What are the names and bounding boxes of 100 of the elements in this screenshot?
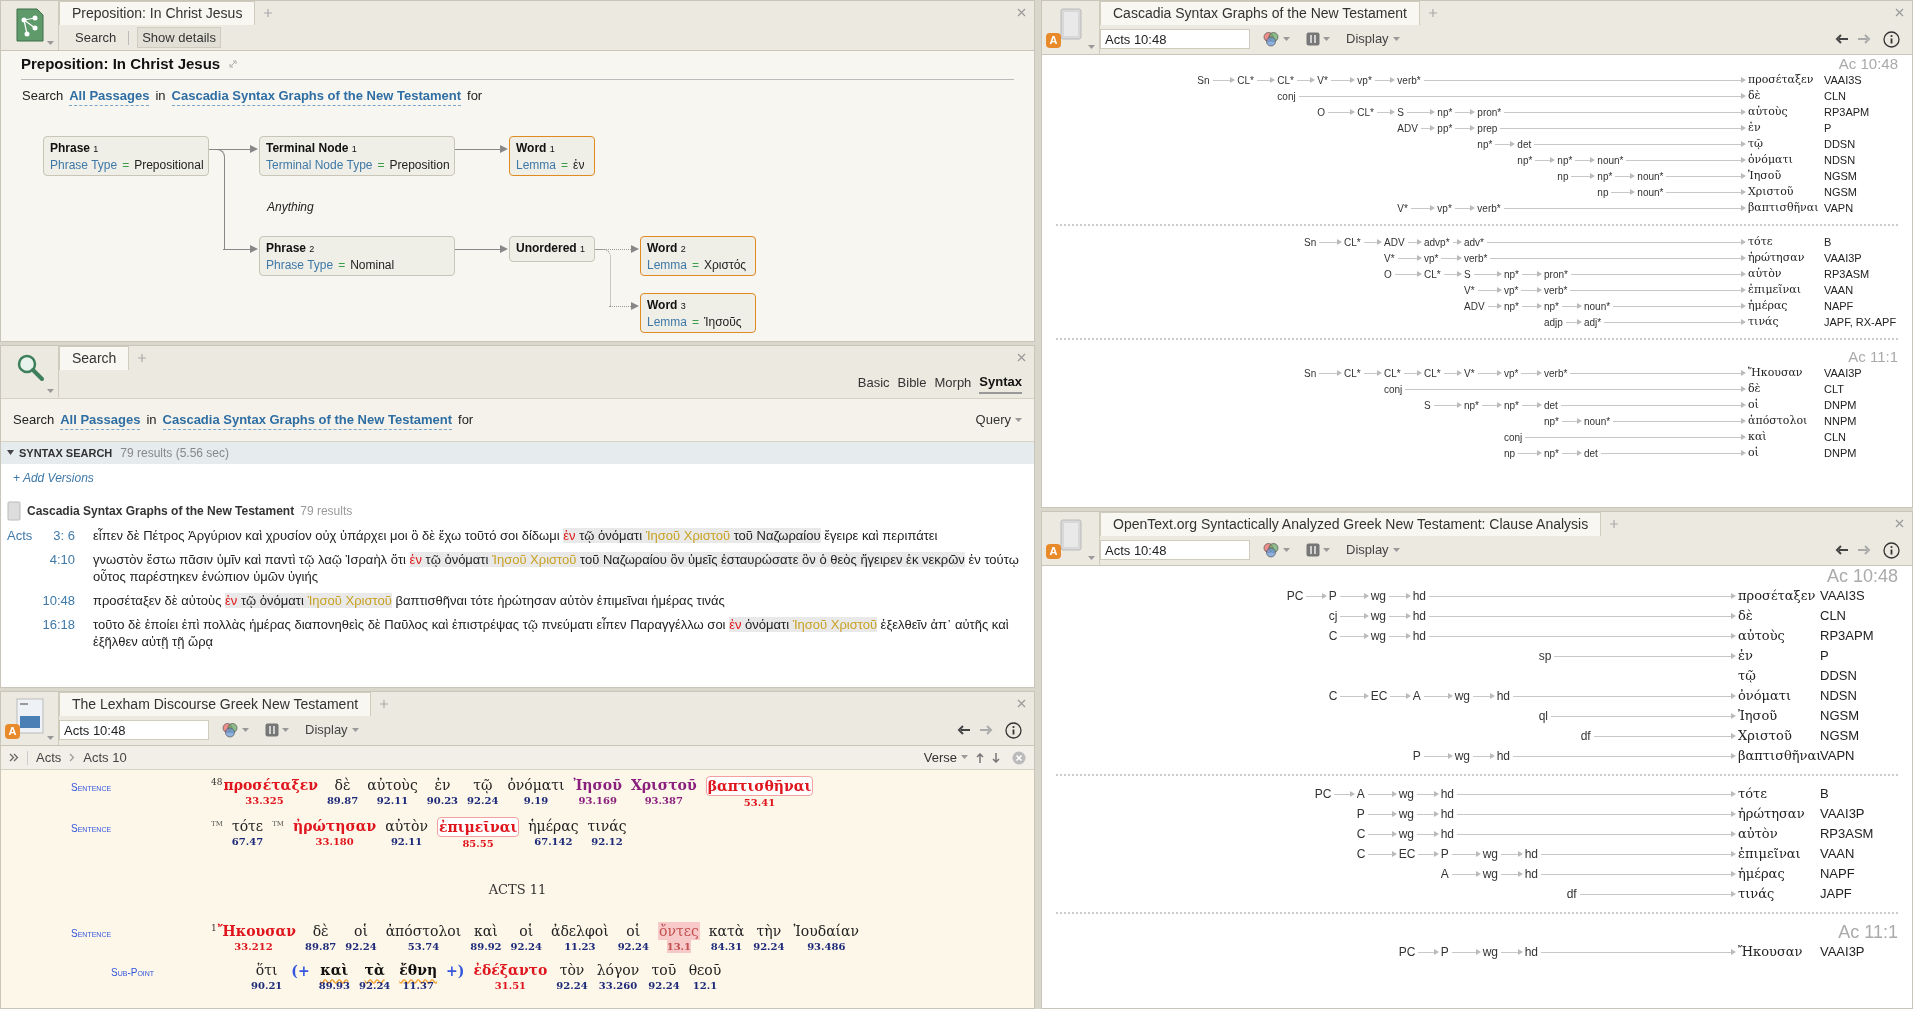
up-arrow-icon[interactable] bbox=[976, 752, 984, 763]
display-button[interactable]: Display bbox=[1342, 540, 1404, 560]
greek-word[interactable]: τὸν bbox=[559, 960, 585, 979]
greek-word[interactable]: ἔθνη bbox=[399, 960, 438, 979]
down-arrow-icon[interactable] bbox=[992, 752, 1000, 763]
greek-word[interactable]: ὅτι bbox=[255, 960, 278, 979]
info-icon[interactable] bbox=[1005, 721, 1022, 739]
add-tab-icon[interactable] bbox=[137, 353, 148, 363]
search-mode-tab[interactable]: Morph bbox=[934, 373, 972, 393]
greek-word[interactable]: αὐτὸν bbox=[385, 817, 428, 835]
query-node[interactable]: Unordered 1 bbox=[509, 236, 595, 262]
verse-reference-link[interactable]: 16:18 bbox=[41, 616, 75, 633]
close-icon[interactable] bbox=[1017, 353, 1026, 362]
greek-word[interactable]: τῷ bbox=[473, 776, 493, 794]
query-node[interactable]: Word 1 Lemma = ἐν bbox=[509, 136, 595, 176]
greek-word[interactable]: ἀπόστολοι bbox=[385, 921, 462, 940]
greek-word[interactable]: Ἤκουσαν bbox=[217, 921, 296, 940]
dropdown-caret-icon[interactable] bbox=[1088, 556, 1095, 561]
greek-word[interactable]: βαπτισθῆναι bbox=[705, 776, 814, 796]
greek-word[interactable]: ἐν bbox=[434, 776, 451, 794]
add-versions-link[interactable]: + Add Versions bbox=[13, 469, 94, 487]
expand-chevron-icon[interactable] bbox=[9, 753, 19, 762]
close-icon[interactable] bbox=[1017, 8, 1026, 17]
greek-word[interactable]: δὲ bbox=[312, 921, 329, 940]
greek-word[interactable]: λόγον bbox=[596, 960, 640, 979]
greek-word[interactable]: οἱ bbox=[354, 921, 368, 940]
greek-word[interactable]: τοῦ bbox=[651, 960, 677, 979]
greek-word[interactable]: τὴν bbox=[756, 921, 782, 940]
greek-word[interactable]: ἐπιμεῖναι bbox=[436, 817, 520, 837]
greek-word[interactable]: θεοῦ bbox=[688, 960, 722, 979]
search-mode-tab[interactable]: Basic bbox=[857, 373, 890, 393]
unit-dropdown[interactable]: Verse bbox=[923, 747, 968, 768]
range-link[interactable]: All Passages bbox=[69, 85, 150, 106]
breadcrumb-link[interactable]: Acts 10 bbox=[83, 747, 127, 768]
greek-word[interactable]: ἠρώτησαν bbox=[293, 817, 377, 835]
greek-word[interactable]: Χριστοῦ bbox=[630, 776, 697, 794]
toolbar-button[interactable]: Search bbox=[71, 27, 121, 48]
greek-word[interactable]: καὶ bbox=[474, 921, 498, 940]
add-tab-icon[interactable] bbox=[263, 8, 274, 18]
verse-reference-link[interactable]: 10:48 bbox=[41, 592, 75, 609]
close-icon[interactable] bbox=[1017, 699, 1026, 708]
info-icon[interactable] bbox=[1883, 30, 1900, 48]
forward-arrow-icon[interactable] bbox=[1857, 545, 1871, 555]
document-tab[interactable]: The Lexham Discourse Greek New Testament bbox=[59, 692, 372, 716]
add-tab-icon[interactable] bbox=[1609, 519, 1620, 529]
greek-word[interactable]: τὰ bbox=[364, 960, 385, 979]
close-icon[interactable] bbox=[1895, 519, 1904, 528]
book-cover-icon[interactable] bbox=[14, 698, 45, 734]
greek-word[interactable]: ὀνόματι bbox=[507, 776, 565, 794]
greek-word[interactable]: καὶ bbox=[320, 960, 349, 979]
document-tab[interactable]: Search bbox=[59, 346, 130, 370]
back-arrow-icon[interactable] bbox=[1835, 34, 1849, 44]
forward-arrow-icon[interactable] bbox=[979, 725, 993, 735]
resource-link[interactable]: Cascadia Syntax Graphs of the New Testament bbox=[171, 85, 461, 106]
greek-word[interactable]: δὲ bbox=[334, 776, 351, 794]
greek-word[interactable]: ἀδελφοὶ bbox=[550, 921, 609, 940]
add-tab-icon[interactable] bbox=[379, 699, 390, 709]
greek-word[interactable]: τότε bbox=[231, 817, 264, 835]
display-button[interactable]: Display bbox=[1342, 29, 1404, 49]
greek-word[interactable]: οἱ bbox=[519, 921, 534, 940]
display-button[interactable]: Display bbox=[301, 720, 363, 740]
greek-word[interactable]: ἐδέξαντο bbox=[473, 960, 548, 979]
resource-link[interactable]: Cascadia Syntax Graphs of the New Testament bbox=[162, 409, 452, 431]
greek-word[interactable]: ἡμέρας bbox=[528, 817, 579, 835]
clear-icon[interactable] bbox=[1012, 750, 1026, 765]
search-mode-tab[interactable]: Bible bbox=[897, 373, 927, 393]
greek-word[interactable]: Ἰουδαίαν bbox=[793, 921, 860, 940]
reference-field[interactable]: Acts 10:48 bbox=[59, 720, 209, 740]
book-icon[interactable] bbox=[1057, 518, 1084, 552]
query-node[interactable]: Word 3 Lemma = Ἰησοῦς bbox=[640, 293, 756, 333]
info-icon[interactable] bbox=[1883, 541, 1900, 559]
close-icon[interactable] bbox=[1895, 8, 1904, 17]
query-dropdown[interactable]: Query bbox=[975, 410, 1022, 430]
forward-arrow-icon[interactable] bbox=[1857, 34, 1871, 44]
book-icon[interactable] bbox=[1057, 7, 1084, 41]
search-mode-tab[interactable]: Syntax bbox=[979, 372, 1022, 394]
add-tab-icon[interactable] bbox=[1427, 8, 1438, 18]
query-node[interactable]: Phrase 1 Phrase Type = Prepositional bbox=[43, 136, 209, 176]
document-tab[interactable]: OpenText.org Syntactically Analyzed Greek New Testament: Clause Analysis bbox=[1100, 512, 1602, 536]
reference-field[interactable]: Acts 10:48 bbox=[1100, 540, 1250, 560]
document-tab[interactable]: Cascadia Syntax Graphs of the New Testament bbox=[1100, 1, 1420, 25]
query-node[interactable]: Word 2 Lemma = Χριστός bbox=[640, 236, 756, 276]
resource-title[interactable]: Cascadia Syntax Graphs of the New Testament bbox=[27, 502, 295, 520]
range-link[interactable]: All Passages bbox=[60, 409, 141, 431]
back-arrow-icon[interactable] bbox=[957, 725, 971, 735]
greek-word[interactable]: Ἰησοῦ bbox=[573, 776, 622, 794]
query-node[interactable]: Terminal Node 1 Terminal Node Type = Preposition bbox=[259, 136, 455, 176]
dropdown-caret-icon[interactable] bbox=[47, 736, 54, 741]
greek-word[interactable]: προσέταξεν bbox=[223, 776, 318, 794]
dropdown-caret-icon[interactable] bbox=[47, 389, 54, 394]
toolbar-button[interactable]: Show details bbox=[137, 26, 221, 49]
dropdown-caret-icon[interactable] bbox=[1088, 45, 1095, 50]
syntax-graph-app-icon[interactable] bbox=[14, 7, 45, 43]
greek-word[interactable]: κατὰ bbox=[708, 921, 745, 940]
document-tab[interactable]: Preposition: In Christ Jesus bbox=[59, 1, 256, 25]
breadcrumb-link[interactable]: Acts bbox=[36, 747, 62, 768]
verse-reference-link[interactable]: 3: 6 bbox=[41, 527, 75, 544]
greek-word[interactable]: τινάς bbox=[587, 817, 627, 835]
query-node[interactable]: Phrase 2 Phrase Type = Nominal bbox=[259, 236, 455, 276]
dropdown-caret-icon[interactable] bbox=[47, 41, 54, 46]
